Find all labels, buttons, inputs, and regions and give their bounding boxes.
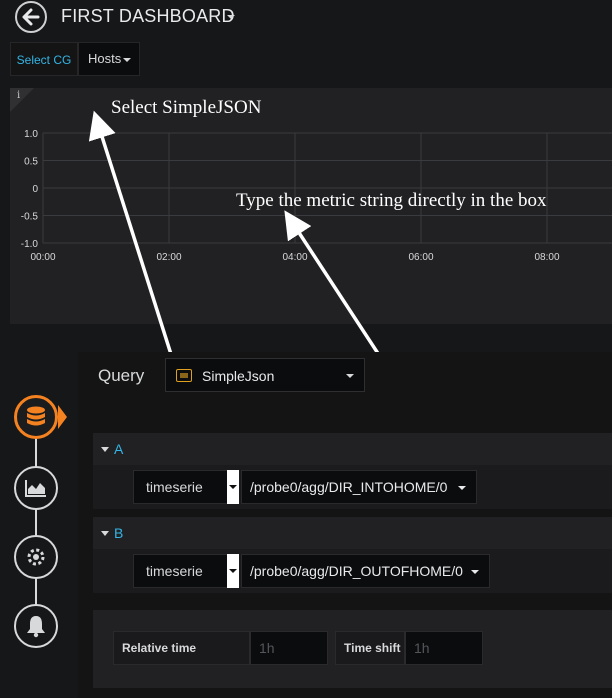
chevron-down-icon[interactable] [101,531,109,536]
metric-value: /probe0/agg/DIR_INTOHOME/0 [250,479,448,495]
gear-icon [27,548,45,566]
active-indicator [58,405,67,429]
datasource-select[interactable]: SimpleJson [165,358,365,392]
query-label: Query [98,366,145,385]
time-shift-label: Time shift [335,631,405,665]
metric-value: /probe0/agg/DIR_OUTOFHOME/0 [250,563,463,579]
chevron-down-icon[interactable] [101,447,109,452]
sidebar-item-alert[interactable] [14,604,58,648]
datasource-icon [176,369,192,382]
query-row-a-header[interactable]: A [93,433,612,465]
chevron-down-icon [458,486,466,490]
sidebar-item-visualization[interactable] [14,466,58,510]
chevron-down-icon [346,374,354,378]
arrow-to-datasource [88,110,178,371]
time-shift-input[interactable]: 1h [405,631,483,665]
chevron-down-icon [471,570,479,574]
relative-time-label: Relative time [113,631,250,665]
query-row-letter[interactable]: B [114,525,123,541]
query-row-letter[interactable]: A [114,441,123,457]
metric-input-b[interactable]: /probe0/agg/DIR_OUTOFHOME/0 [241,554,490,588]
area-chart-icon [25,480,46,497]
database-icon [27,406,45,426]
type-select-a[interactable]: timeserie [133,470,239,504]
sidebar-item-general[interactable] [14,535,58,579]
type-stepper-a[interactable] [227,470,239,504]
datasource-name: SimpleJson [202,368,275,384]
query-row-b-header[interactable]: B [93,517,612,549]
type-stepper-b[interactable] [227,554,239,588]
annotation-datasource: Select SimpleJSON [111,97,262,118]
type-select-b[interactable]: timeserie [133,554,239,588]
metric-input-a[interactable]: /probe0/agg/DIR_INTOHOME/0 [241,470,477,504]
annotation-metric: Type the metric string directly in the b… [236,190,547,211]
sidebar-item-queries[interactable] [14,395,58,439]
bell-icon [27,616,45,638]
relative-time-input[interactable]: 1h [250,631,328,665]
